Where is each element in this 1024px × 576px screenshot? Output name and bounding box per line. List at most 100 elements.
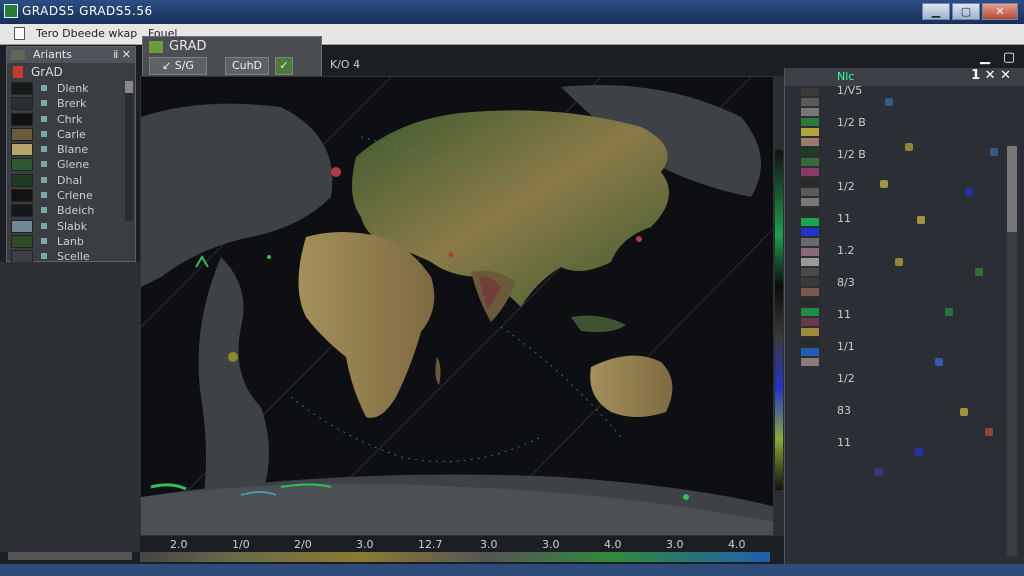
axis-tick-label: 3.0 [666,538,684,551]
layer-root[interactable]: GrAD [7,63,135,81]
layers-panel-header: Ariants ⅱ ✕ [7,47,135,63]
panel-restore-icon[interactable]: ▢ [1000,51,1018,66]
world-map-canvas[interactable] [140,76,774,536]
continent-australia [590,355,673,417]
layer-color-swatch[interactable] [11,234,33,248]
axis-tick-label: 12.7 [418,538,443,551]
layer-row[interactable]: Glene [7,157,135,172]
minimize-button[interactable]: ▁ [922,3,950,20]
color-scale-bar [775,150,783,490]
legend-swatch [801,248,819,256]
map-vertical-scrollbar[interactable] [774,76,784,536]
layer-label: Blane [57,143,89,157]
legend-swatch [801,238,819,246]
window-titlebar: GRADS5 GRADS5.56 ▁ ▢ ✕ [0,0,1024,25]
map-x-axis: 2.0 1/0 2/0 3.0 12.7 3.0 3.0 4.0 3.0 4.0 [140,536,774,552]
legend-value: 11 [837,308,851,321]
layer-label: Lanb [57,234,84,248]
cuhd-button[interactable]: CuhD [225,57,269,75]
app-icon [4,4,18,18]
axis-tick-label: 4.0 [604,538,622,551]
layer-color-swatch[interactable] [11,82,33,95]
legend-scroll-thumb[interactable] [1007,146,1017,232]
toolbar-title: GRAD [149,39,206,54]
layer-label: Dhal [57,173,83,187]
map-horizontal-scrollbar[interactable] [140,552,770,562]
layer-visibility-checkbox[interactable] [41,85,47,91]
layer-row[interactable]: Dhal [7,173,135,188]
legend-scrollbar[interactable] [1007,146,1017,556]
layer-row[interactable]: Chrk [7,112,135,127]
menu-items[interactable]: Tero Dbeede wkap [36,27,137,40]
layer-color-swatch[interactable] [11,189,33,203]
layer-label: Slabk [57,219,88,233]
layer-row[interactable]: Dlenk [7,81,135,96]
layer-visibility-checkbox[interactable] [41,146,47,153]
map-toolbar: GRAD ↙ S/G CuhD ✓ [142,36,322,78]
folder-icon [13,66,23,78]
layer-visibility-checkbox[interactable] [41,237,47,244]
layers-panel: Ariants ⅱ ✕ GrAD Dlenk Brerk Chrk Carle Blan… [6,46,136,265]
layer-color-swatch[interactable] [11,158,33,172]
layer-visibility-checkbox[interactable] [41,130,47,137]
legend-close-icon[interactable]: 1 ✕ ✕ [971,68,1011,83]
legend-value: 8/3 [837,276,855,289]
legend-value: 1/2 B [837,148,866,161]
layer-color-swatch[interactable] [11,112,33,126]
legend-swatch [801,168,819,176]
layer-color-swatch[interactable] [11,97,33,111]
layer-visibility-checkbox[interactable] [41,253,47,260]
layer-visibility-checkbox[interactable] [41,207,47,214]
layer-visibility-checkbox[interactable] [41,222,47,229]
axis-tick-label: 1/0 [232,538,250,551]
axis-tick-label: 3.0 [356,538,374,551]
legend-swatch [801,318,819,326]
layer-color-swatch[interactable] [11,127,33,141]
legend-panel-title: Nlc [837,70,855,83]
layer-color-swatch[interactable] [11,173,33,187]
layer-label: Crlene [57,189,93,203]
legend-panel: Nlc 1 ✕ ✕ 1/V5 1/2 B 1/2 B 1/2 11 1.2 8/3 11 1/1… [784,68,1024,564]
layer-row[interactable]: Blane [7,142,135,157]
legend-swatch [801,118,819,126]
left-horizontal-scrollbar[interactable] [8,552,132,560]
layer-row[interactable]: Crlene [7,188,135,203]
close-button[interactable]: ✕ [982,3,1018,20]
layers-scrollbar[interactable] [125,81,133,221]
layer-row[interactable]: Brerk [7,96,135,111]
legend-swatch [801,278,819,286]
legend-value: 11 [837,436,851,449]
layer-list: Dlenk Brerk Chrk Carle Blane Glene Dhal Crlene B… [7,81,135,265]
ok-button[interactable]: ✓ [275,57,293,75]
layer-color-swatch[interactable] [11,219,33,233]
layer-row[interactable]: Bdeich [7,203,135,218]
scale-button[interactable]: ↙ S/G [149,57,207,75]
layer-row[interactable]: Lanb [7,234,135,249]
window-controls: ▁ ▢ ✕ [922,3,1018,20]
layer-color-swatch[interactable] [11,143,33,157]
layer-label: Brerk [57,97,87,111]
layer-row[interactable]: Slabk [7,219,135,234]
legend-value: 1/2 B [837,116,866,129]
panel-close-icon[interactable]: ⅱ ✕ [113,47,131,63]
layer-visibility-checkbox[interactable] [41,192,47,199]
legend-swatch [801,158,819,166]
layer-visibility-checkbox[interactable] [41,176,47,183]
scroll-thumb[interactable] [125,81,133,93]
layer-root-label: GrAD [31,65,63,79]
layer-row[interactable]: Carle [7,127,135,142]
layer-visibility-checkbox[interactable] [41,100,47,107]
layer-visibility-checkbox[interactable] [41,115,47,122]
layer-label: Bdeich [57,204,95,218]
maximize-button[interactable]: ▢ [952,3,980,20]
layer-visibility-checkbox[interactable] [41,161,47,168]
legend-value: 83 [837,404,851,417]
document-icon[interactable] [14,27,25,40]
legend-value: 1.2 [837,244,855,257]
legend-swatch [801,288,819,296]
legend-value: 1/2 [837,180,855,193]
axis-tick-label: 3.0 [480,538,498,551]
panel-minimize-icon[interactable]: ▁ [976,51,994,66]
axis-tick-label: 2/0 [294,538,312,551]
layer-color-swatch[interactable] [11,204,33,218]
